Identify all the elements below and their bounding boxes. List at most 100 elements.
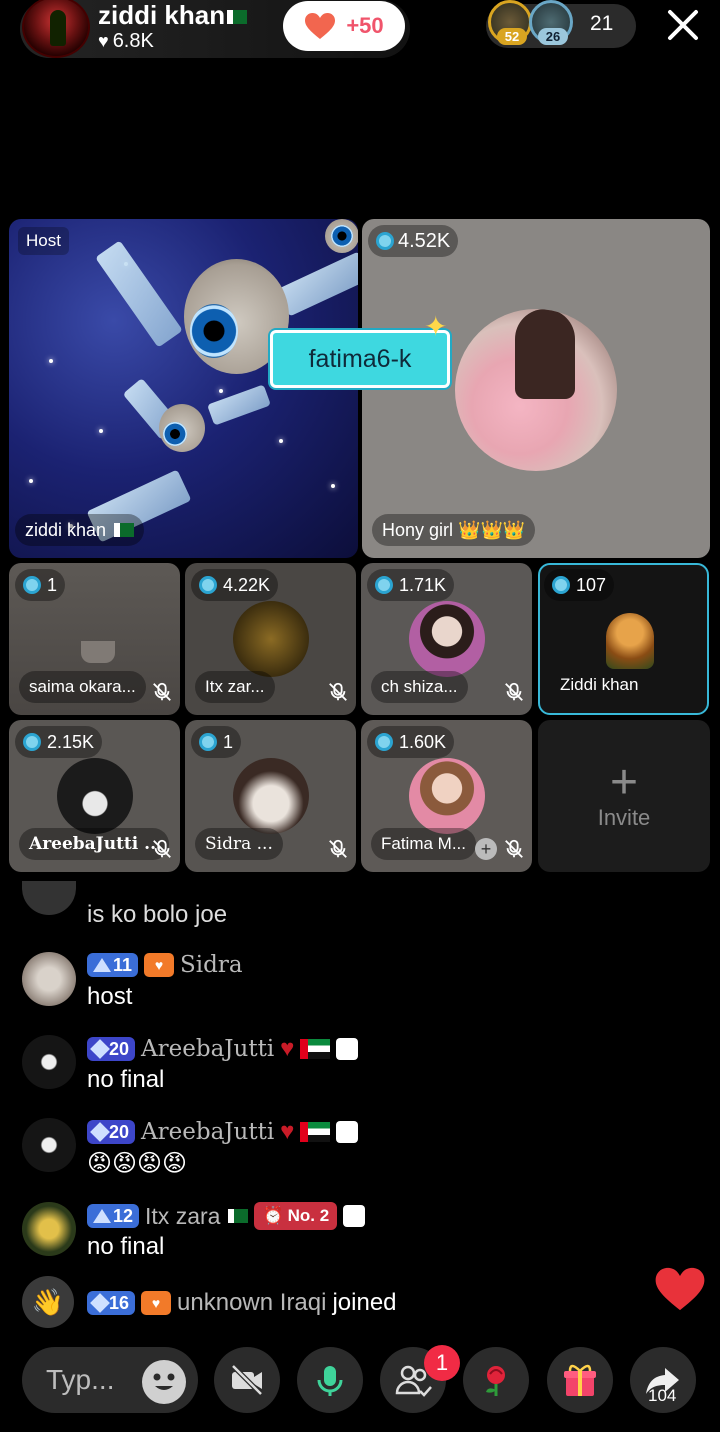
seat-tile[interactable]: 1 saima okara...: [9, 563, 180, 715]
guest-avatar: [455, 309, 617, 471]
chat-avatar: [22, 1035, 76, 1089]
clock-icon: ⏰: [262, 1206, 284, 1225]
guest-score: 4.52K: [368, 225, 459, 257]
emoji-icon[interactable]: [142, 1360, 186, 1404]
seat-score: 1: [15, 569, 66, 601]
chat-avatar: [22, 1202, 76, 1256]
chat-username[interactable]: unknown Iraqi: [177, 1289, 326, 1317]
gift-icon: [564, 1364, 596, 1396]
close-icon[interactable]: [664, 6, 702, 44]
guest-video-tile[interactable]: 4.52K Hony girl 👑👑👑: [362, 219, 710, 558]
level-badge: 11: [87, 953, 139, 977]
chat-text: no final: [87, 1066, 165, 1093]
gift-button[interactable]: [547, 1347, 613, 1413]
level-badge: 16: [87, 1291, 136, 1315]
seat-name: AreebaJutti ...: [19, 828, 169, 860]
top-viewer-avatar[interactable]: 52: [488, 0, 532, 45]
share-count: 104: [648, 1386, 677, 1405]
seat-score: 1: [191, 726, 242, 758]
microphone-icon: [317, 1366, 343, 1396]
seat-tile[interactable]: 1.60K Fatima M... +: [361, 720, 532, 872]
chat-text: no final: [87, 1233, 165, 1260]
seat-tile[interactable]: 1 Sidra ...: [185, 720, 356, 872]
seat-avatar: [56, 758, 133, 834]
chat-avatar: [22, 1118, 76, 1172]
heart-icon: [304, 12, 336, 40]
chat-user-line: 16 ♥ unknown Iraqi joined: [87, 1289, 397, 1317]
seat-name: Itx zar...: [195, 671, 275, 703]
seat-tile[interactable]: 2.15K AreebaJutti ...: [9, 720, 180, 872]
small-eyeball-graphic: [159, 404, 205, 452]
heart-badge-icon: ♥: [144, 953, 175, 977]
chat-username[interactable]: AreebaJutti: [141, 1036, 274, 1062]
seat-avatar: [232, 758, 309, 834]
mic-muted-icon: [503, 681, 525, 703]
chat-text: 😡😡😡😡: [87, 1150, 188, 1177]
diamond-coin-icon: [552, 576, 570, 594]
seat-tile-active[interactable]: 107 Ziddi khan: [538, 563, 709, 715]
host-tile-name: ziddi khan: [15, 514, 145, 546]
host-name: ziddi khan: [98, 0, 248, 31]
seat-name: saima okara...: [19, 671, 146, 703]
chat-avatar: [22, 952, 76, 1006]
microphone-button[interactable]: [297, 1347, 363, 1413]
seat-score: 107: [544, 569, 615, 601]
seat-tile[interactable]: 4.22K Itx zar...: [185, 563, 356, 715]
host-likes: ♥ 6.8K: [98, 30, 154, 52]
floating-heart-icon: [654, 1266, 706, 1312]
seat-score: 2.15K: [15, 726, 103, 758]
invite-button[interactable]: + Invite: [538, 720, 710, 872]
chat-text: is ko bolo joe: [87, 901, 228, 928]
seat-name: Ziddi khan: [560, 675, 639, 694]
like-button[interactable]: +50: [283, 1, 405, 51]
fatima-name-tag: fatima6-k: [270, 330, 450, 388]
sparkle-icon: ✦: [424, 311, 448, 342]
uae-flag-icon: [300, 1122, 331, 1142]
wave-hand-icon[interactable]: 👋: [22, 1276, 74, 1328]
chat-username[interactable]: Itx zara: [145, 1203, 220, 1230]
diamond-coin-icon: [23, 733, 41, 751]
rose-icon: [486, 1366, 505, 1396]
plus-icon: +: [609, 756, 639, 809]
red-heart-icon: ♥: [280, 1035, 295, 1062]
chat-user-line: 11 ♥ Sidra: [87, 952, 243, 978]
mic-muted-icon: [327, 838, 349, 860]
seat-tile[interactable]: 1.71K ch shiza...: [361, 563, 532, 715]
notification-badge: 1: [424, 1345, 460, 1381]
chat-username[interactable]: Sidra: [180, 952, 243, 978]
seat-avatar: [408, 601, 485, 677]
mic-muted-icon: [151, 838, 173, 860]
level-badge: 20: [87, 1120, 136, 1144]
viewer-count[interactable]: 21: [590, 12, 613, 36]
viewer-rank-badge: 26: [538, 28, 568, 45]
diamond-coin-icon: [375, 576, 393, 594]
mic-muted-icon: [503, 838, 525, 860]
seat-avatar: [232, 601, 309, 677]
level-badge: 12: [87, 1204, 140, 1228]
pakistan-flag-icon: [227, 10, 248, 25]
cup-graphic: [81, 641, 115, 663]
top-viewer-avatar[interactable]: 26: [529, 0, 573, 45]
add-friend-icon[interactable]: +: [475, 838, 497, 860]
viewer-rank-badge: 52: [497, 28, 527, 45]
chat-username[interactable]: AreebaJutti: [141, 1119, 274, 1145]
profile-badge-icon: [336, 1038, 359, 1060]
rose-gift-button[interactable]: [463, 1347, 529, 1413]
diamond-coin-icon: [375, 733, 393, 751]
mic-muted-icon: [327, 681, 349, 703]
camera-off-button[interactable]: [214, 1347, 280, 1413]
chat-user-line: 20 AreebaJutti ♥: [87, 1035, 359, 1063]
pakistan-flag-icon: [114, 523, 135, 537]
chat-avatar: [22, 881, 76, 915]
profile-badge-icon: [343, 1205, 366, 1227]
pakistan-flag-icon: [228, 1209, 249, 1223]
diamond-coin-icon: [23, 576, 41, 594]
red-heart-icon: ♥: [280, 1118, 295, 1145]
diamond-coin-icon: [376, 232, 394, 250]
host-video-tile[interactable]: Host ziddi khan: [9, 219, 358, 558]
mic-muted-icon: [151, 681, 173, 703]
seat-name: ch shiza...: [371, 671, 468, 703]
guest-tile-name: Hony girl 👑👑👑: [372, 514, 536, 546]
camera-off-icon: [231, 1364, 263, 1396]
seat-score: 1.60K: [367, 726, 455, 758]
